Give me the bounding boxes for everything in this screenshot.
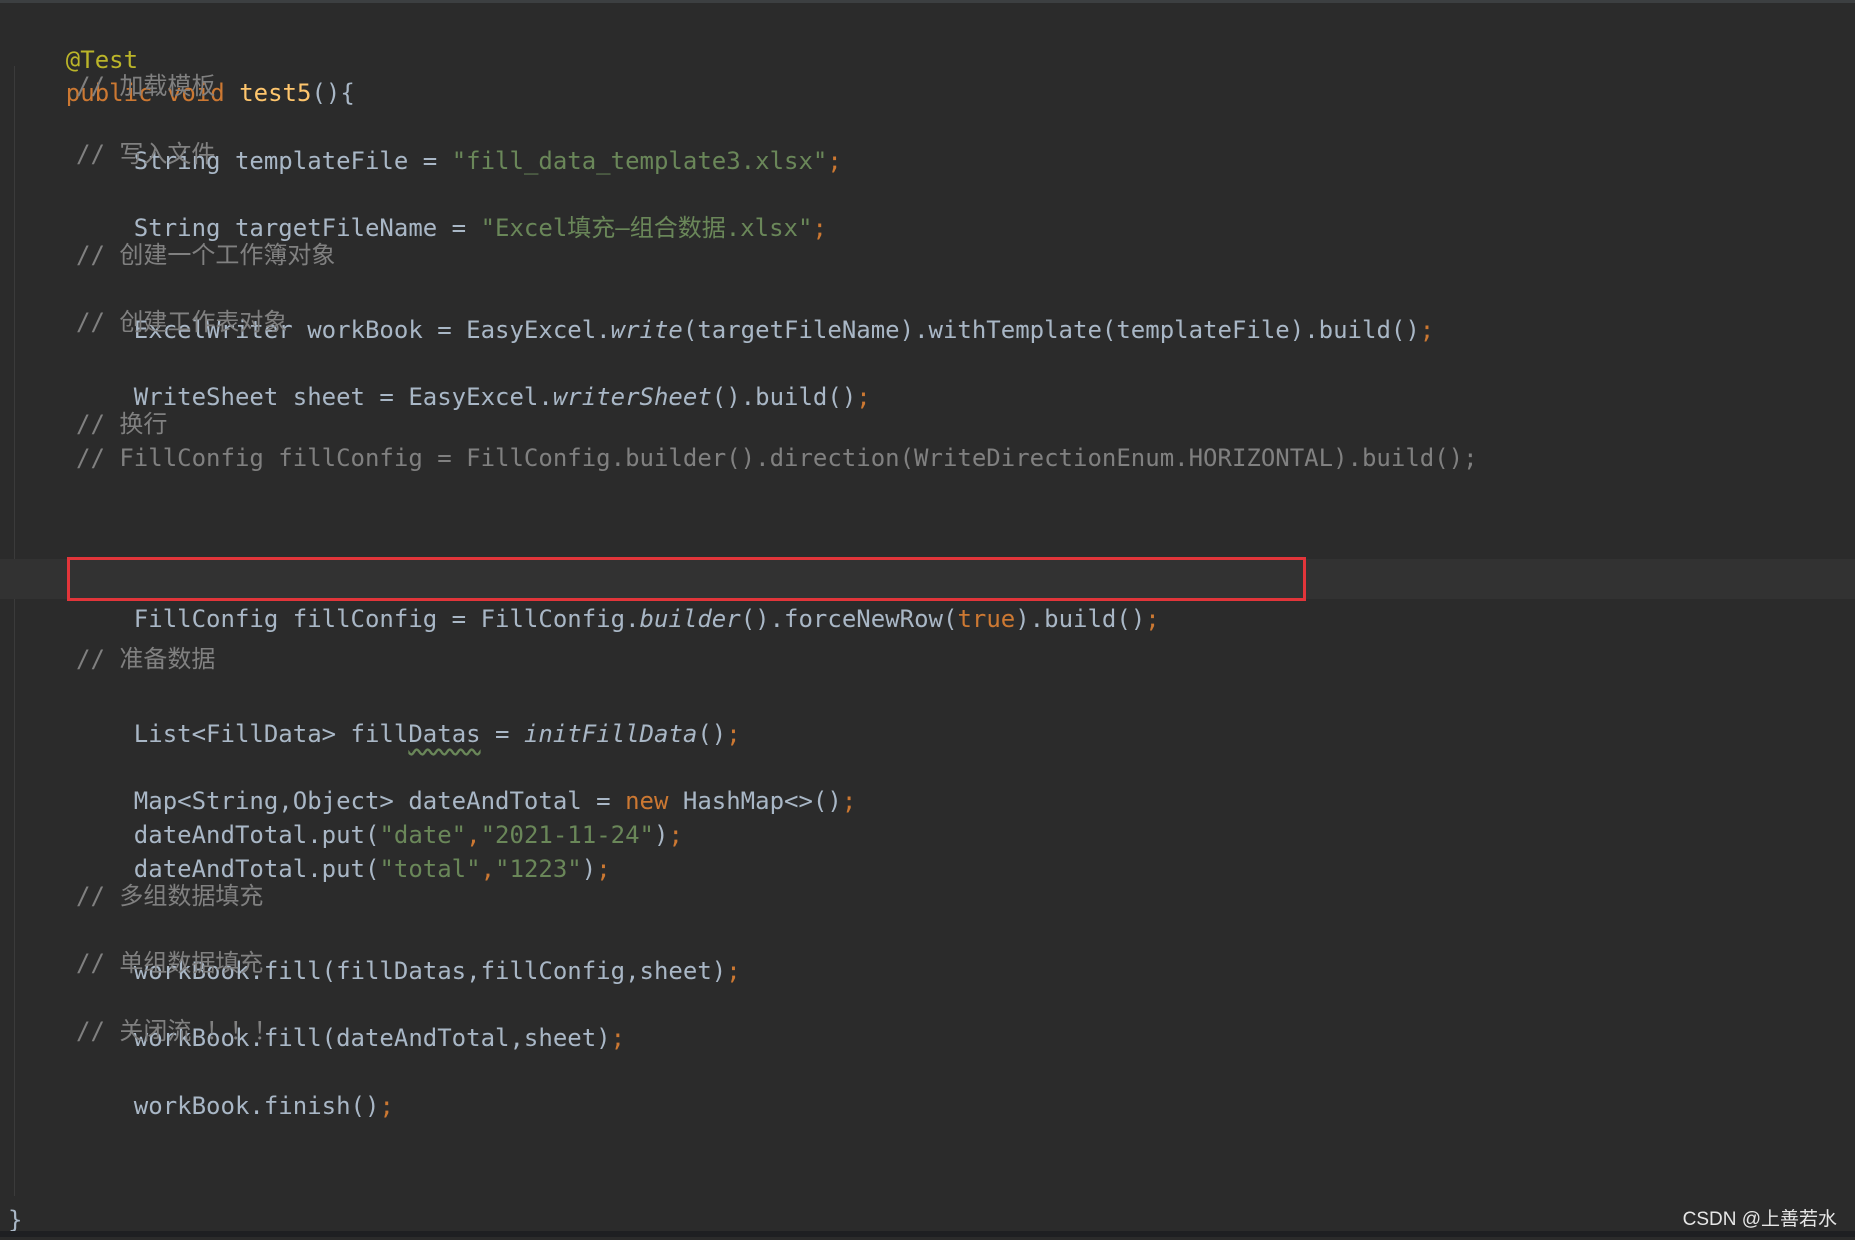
keyword-true: true [957,605,1016,633]
target-file-value: Excel填充—组合数据.xlsx [495,214,798,242]
comment-single-fill[interactable]: // 单组数据填充 [76,943,263,983]
code-line-fill-datas[interactable]: List<FillData> fillDatas = initFillData(… [76,674,741,748]
comment-create-workbook[interactable]: // 创建一个工作簿对象 [76,235,335,275]
highlight-box [67,557,1306,601]
comment-prepare-data[interactable]: // 准备数据 [76,639,215,679]
code-editor[interactable]: @Test public void test5(){ // 加载模板 Strin… [0,0,1855,1237]
top-border [0,0,1855,3]
put-total-value: "1223" [495,855,582,883]
code-line-finish[interactable]: workBook.finish(); [76,1046,394,1120]
fillconfig-builder-method: builder [639,605,741,633]
finish-call: workBook.finish() [133,1092,380,1120]
code-line-put-total[interactable]: dateAndTotal.put("total","1223"); [76,809,611,883]
code-line-target-file[interactable]: String targetFileName = "Excel填充—组合数据.xl… [76,168,827,242]
comment-fill-config-horizontal[interactable]: // FillConfig fillConfig = FillConfig.bu… [76,438,1478,478]
comment-load-template[interactable]: // 加载模板 [76,66,215,106]
put-total-key: "total" [379,855,481,883]
fillconfig-decl-prefix: FillConfig fillConfig = FillConfig. [133,605,640,633]
bottom-border [0,1231,1855,1237]
map-decl-suffix: HashMap<>() [668,787,842,815]
comment-multi-fill[interactable]: // 多组数据填充 [76,876,263,916]
csdn-watermark: CSDN @上善若水 [1682,1209,1837,1230]
fillconfig-decl-suffix: ).build() [1015,605,1146,633]
comment-close-stream[interactable]: // 关闭流 ！！！ [76,1011,278,1051]
fillconfig-decl-middle: ().forceNewRow( [740,605,958,633]
indent-guide [14,66,15,1196]
sheet-writer-method: writerSheet [552,383,712,411]
comment-create-sheet[interactable]: // 创建工作表对象 [76,302,287,342]
sheet-decl-suffix: ().build() [711,383,857,411]
code-line-sheet[interactable]: WriteSheet sheet = EasyExcel.writerSheet… [76,337,871,411]
sheet-decl-prefix: WriteSheet sheet = EasyExcel. [133,383,553,411]
